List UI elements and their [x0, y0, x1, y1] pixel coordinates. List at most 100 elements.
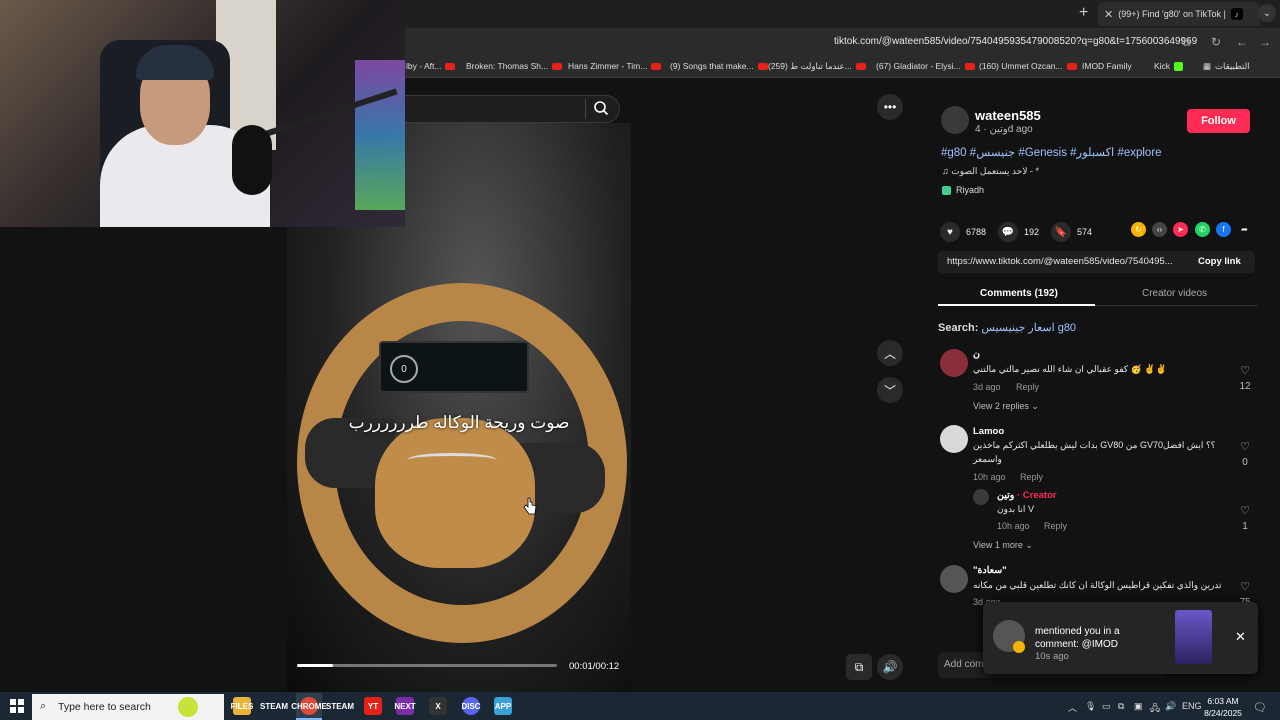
close-tab-icon[interactable]: ✕	[1104, 8, 1113, 21]
comment-like-icon[interactable]: ♡	[1237, 364, 1253, 377]
author-avatar[interactable]	[941, 106, 969, 134]
bookmark-item[interactable]: (9) Songs that make...	[670, 61, 768, 71]
tray-app-icon[interactable]: ⧉	[1118, 701, 1124, 712]
tray-overflow-icon[interactable]: ︿	[1068, 701, 1077, 714]
save-stat[interactable]: 🔖 574	[1051, 222, 1092, 242]
tab-comments[interactable]: Comments (192)	[980, 288, 1058, 299]
bookmark-item[interactable]: (67) Gladiator - Elysi...	[876, 61, 975, 71]
apps-bookmark[interactable]: ▦ التطبيقات	[1203, 61, 1250, 72]
comment-author[interactable]: "سعادة"	[973, 565, 1007, 576]
youtube-app-icon[interactable]: YT	[364, 697, 382, 715]
reply-button[interactable]: Reply	[1016, 382, 1039, 392]
notification-time: 10s ago	[1035, 651, 1069, 662]
windows-start-icon[interactable]	[10, 699, 24, 713]
bookmark-item[interactable]: Kick	[1154, 61, 1184, 71]
facebook-icon[interactable]: f	[1216, 222, 1231, 237]
bookmark-item[interactable]: (259) عندما تناولت ط...	[768, 61, 866, 72]
steam-app-icon[interactable]: STEAM	[326, 697, 354, 715]
bookmark-item[interactable]: Hans Zimmer - Tim...	[568, 61, 662, 71]
embed-icon[interactable]: ‹›	[1152, 222, 1167, 237]
comment-like-icon[interactable]: ♡	[1237, 504, 1253, 517]
notification-thumbnail[interactable]	[1175, 610, 1212, 664]
reply-button[interactable]: Reply	[1044, 521, 1067, 531]
taskbar-clock[interactable]: 6:03 AM 8/24/2025	[1200, 695, 1246, 719]
install-app-icon[interactable]: ⧉	[1182, 35, 1191, 50]
video-hashtags[interactable]: #g80 #جنيسس #Genesis #اكسبلور #explore	[941, 145, 1162, 159]
tray-app-icon[interactable]: ▣	[1134, 701, 1143, 712]
commenter-avatar[interactable]	[940, 565, 968, 593]
reply-text: انا بدون V	[997, 504, 1034, 514]
url-field[interactable]: tiktok.com/@wateen585/video/754049593547…	[834, 36, 1197, 47]
youtube-icon	[855, 63, 866, 70]
comment-like-icon[interactable]: ♡	[1237, 580, 1253, 593]
speaker-icon[interactable]: 🔊	[1165, 701, 1176, 712]
tab-creator-videos[interactable]: Creator videos	[1142, 288, 1207, 299]
forward-icon[interactable]: →	[1259, 35, 1271, 49]
volume-icon[interactable]: 🔊	[877, 654, 903, 680]
browser-tab[interactable]: ✕ (99+) Find 'g80' on TikTok | ♪	[1098, 2, 1260, 26]
notification-center-icon[interactable]: 🗨	[1253, 701, 1267, 714]
next-video-icon[interactable]: ﹀	[877, 377, 903, 403]
bookmark-item[interactable]: (160) Ummet Ozcan...	[979, 61, 1077, 71]
comment-author[interactable]: Lamoo	[973, 426, 1004, 437]
like-stat[interactable]: ♥ 6788	[940, 222, 986, 242]
reply-button[interactable]: Reply	[1020, 472, 1043, 482]
chrome-icon[interactable]: CHROME	[291, 697, 327, 715]
bookmark-item[interactable]: Broken: Thomas Sh...	[466, 61, 563, 71]
whatsapp-icon[interactable]: ✆	[1195, 222, 1210, 237]
discord-icon[interactable]: DISC	[461, 697, 481, 715]
webcam-microphone	[232, 125, 272, 195]
creator-avatar[interactable]	[973, 489, 989, 505]
send-icon[interactable]: ➤	[1173, 222, 1188, 237]
video-progress-fill	[297, 664, 334, 667]
share-arrow-icon[interactable]: ➦	[1237, 222, 1252, 237]
steam-icon[interactable]: STEAM	[260, 697, 288, 715]
bookmark-icon: 🔖	[1051, 222, 1071, 242]
comment-author[interactable]: ن	[973, 349, 980, 360]
search-divider	[585, 99, 586, 119]
network-icon[interactable]: 🖧	[1150, 701, 1160, 717]
comment-search-suggestion[interactable]: Search: اسعار جينيسيس g80	[938, 321, 1076, 334]
next-app-icon[interactable]: NEXT	[394, 697, 416, 715]
comment-like-count: 0	[1242, 457, 1248, 468]
bookmark-item[interactable]: lby - Aft...	[406, 61, 456, 71]
view-more-replies-button[interactable]: View 1 more ⌄	[973, 540, 1033, 551]
previous-video-icon[interactable]: ︿	[877, 340, 903, 366]
author-username[interactable]: wateen585	[975, 108, 1041, 123]
video-time: 00:01/00:12	[569, 661, 620, 672]
more-options-icon[interactable]: •••	[877, 94, 903, 120]
tennis-ball-icon	[178, 697, 198, 717]
tab-search-icon[interactable]: ⌄	[1258, 4, 1276, 22]
comment-stat[interactable]: 💬 192	[998, 222, 1039, 242]
reload-icon[interactable]: ↻	[1211, 35, 1221, 49]
location-icon	[942, 185, 951, 195]
file-explorer-icon[interactable]: FILES	[231, 697, 253, 715]
close-icon[interactable]: ✕	[1235, 629, 1246, 645]
webcam-overlay	[0, 0, 405, 227]
youtube-icon	[1066, 62, 1077, 70]
video-location[interactable]: Riyadh	[942, 185, 984, 195]
video-music[interactable]: ♫ لاحد يستعمل الصوت - *	[942, 166, 1039, 177]
youtube-icon	[964, 62, 975, 70]
comment-like-icon[interactable]: ♡	[1237, 440, 1253, 453]
new-tab-icon[interactable]: +	[1079, 4, 1088, 22]
back-icon[interactable]: ←	[1236, 35, 1248, 49]
search-input[interactable]	[405, 95, 620, 123]
commenter-avatar[interactable]	[940, 349, 968, 377]
language-indicator[interactable]: ENG	[1182, 701, 1202, 711]
commenter-avatar[interactable]	[940, 425, 968, 453]
video-progress-bar[interactable]	[297, 664, 557, 667]
x-app-icon[interactable]: X	[429, 697, 447, 715]
battery-icon[interactable]: ▭	[1102, 701, 1111, 712]
tab-title: (99+) Find 'g80' on TikTok |	[1118, 9, 1226, 19]
picture-in-picture-icon[interactable]: ⧉	[846, 654, 872, 680]
reply-author[interactable]: وتين · Creator	[997, 490, 1057, 501]
search-icon[interactable]	[593, 100, 609, 116]
copy-link-button[interactable]: Copy link	[1198, 256, 1241, 267]
mic-icon[interactable]: 🎙	[1085, 701, 1096, 712]
share-repost-icon[interactable]: ↻	[1131, 222, 1146, 237]
app-icon[interactable]: APP	[494, 697, 512, 715]
follow-button[interactable]: Follow	[1187, 109, 1250, 133]
view-replies-button[interactable]: View 2 replies ⌄	[973, 401, 1039, 412]
bookmark-item[interactable]: IMOD Family	[1082, 61, 1132, 71]
